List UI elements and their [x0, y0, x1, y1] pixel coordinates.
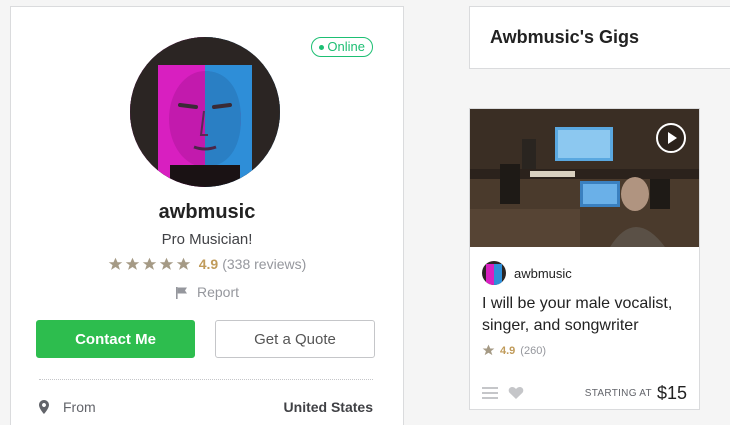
star-icon: [125, 257, 139, 270]
from-value: United States: [283, 399, 373, 415]
star-rating: [108, 257, 191, 272]
gig-price: $15: [656, 382, 687, 403]
location-pin-icon: [39, 400, 49, 414]
gig-review-count: (260): [520, 344, 546, 357]
profile-card: Online awbmusic Pro Musician! 4.9 (338 r…: [10, 6, 404, 425]
gig-footer: STARTING AT $15: [470, 376, 699, 410]
star-icon: [159, 257, 173, 270]
gigs-header: Awbmusic's Gigs: [469, 6, 730, 69]
starting-at-label: STARTING AT: [584, 387, 652, 399]
rating-score: 4.9: [198, 256, 219, 272]
gig-card[interactable]: awbmusic I will be your male vocalist, s…: [469, 108, 700, 410]
gig-title[interactable]: I will be your male vocalist, singer, an…: [482, 293, 687, 337]
report-label: Report: [196, 284, 240, 300]
gig-rating: 4.9 (260): [482, 344, 546, 357]
star-icon: [482, 344, 495, 356]
online-status-label: Online: [327, 39, 365, 54]
from-row: From United States: [39, 399, 373, 415]
star-icon: [108, 257, 122, 270]
star-icon: [142, 257, 156, 270]
play-icon[interactable]: [655, 122, 687, 154]
gig-rating-score: 4.9: [500, 344, 516, 357]
online-dot-icon: [319, 44, 325, 50]
flag-icon: [175, 286, 187, 299]
avatar-image: [130, 37, 280, 187]
contact-me-button[interactable]: Contact Me: [36, 320, 195, 358]
from-label: From: [63, 399, 96, 415]
heart-icon[interactable]: [508, 386, 524, 400]
report-link[interactable]: Report: [11, 284, 403, 300]
online-status-badge: Online: [311, 37, 373, 57]
divider: [39, 379, 373, 380]
list-icon[interactable]: [482, 386, 498, 400]
get-a-quote-button[interactable]: Get a Quote: [215, 320, 375, 358]
gig-thumbnail[interactable]: [470, 109, 699, 247]
star-icon: [176, 257, 190, 270]
username[interactable]: awbmusic: [11, 201, 403, 224]
seller-name: awbmusic: [514, 265, 572, 281]
gigs-header-title: Awbmusic's Gigs: [490, 27, 639, 47]
tagline: Pro Musician!: [161, 231, 253, 248]
review-count[interactable]: (338 reviews): [222, 256, 306, 272]
gig-seller[interactable]: awbmusic: [482, 261, 572, 285]
rating-row: 4.9 (338 reviews): [11, 256, 403, 272]
seller-avatar-image: [482, 261, 506, 285]
seller-avatar: [482, 261, 506, 285]
avatar[interactable]: [130, 37, 280, 187]
